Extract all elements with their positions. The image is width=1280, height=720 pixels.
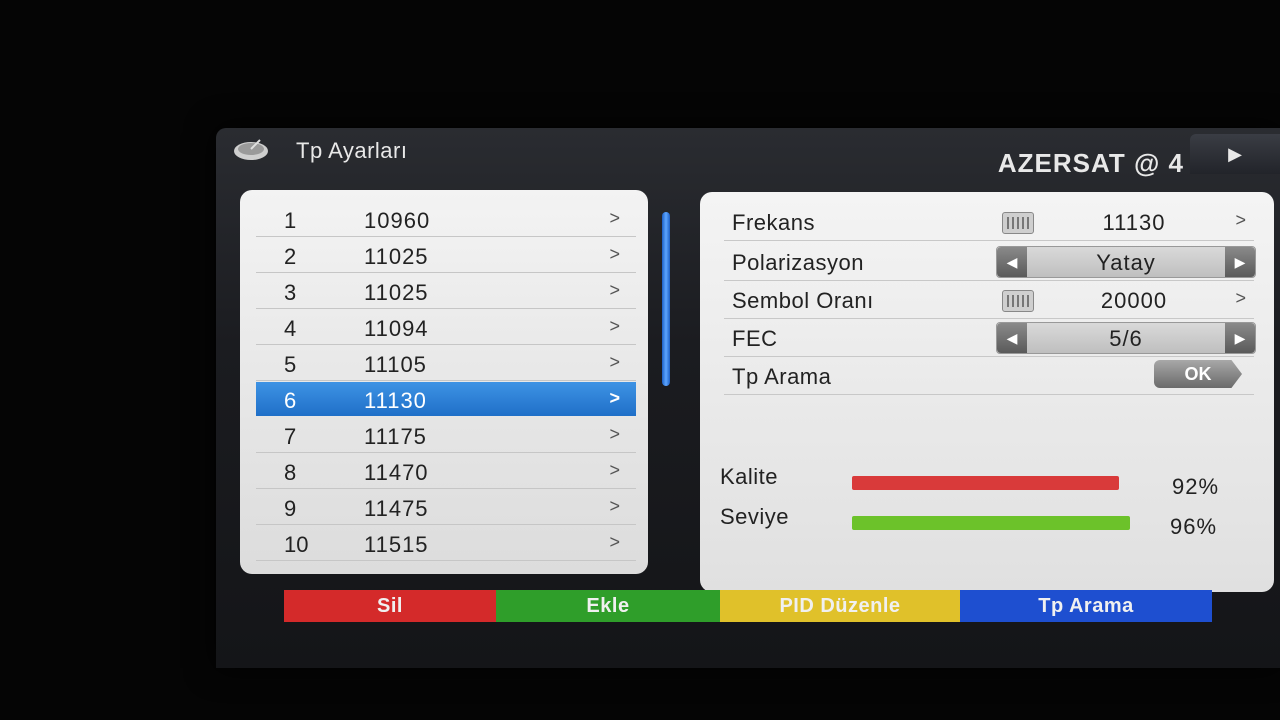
list-item-number: 2 — [284, 244, 297, 269]
level-bar-fill — [852, 516, 1131, 530]
symbol-rate-row[interactable]: Sembol Oranı 20000 > — [724, 282, 1254, 319]
list-item-number: 3 — [284, 280, 297, 305]
list-item[interactable]: 6 11130 > — [256, 382, 636, 416]
chevron-right-icon: > — [609, 460, 620, 480]
title-bar: Tp Ayarları AZERSAT @ 4 ▶ — [216, 128, 1280, 184]
keyboard-icon — [1002, 290, 1034, 312]
level-label: Seviye — [720, 504, 790, 529]
polarization-label: Polarizasyon — [732, 250, 864, 275]
keyboard-icon — [1002, 212, 1034, 234]
chevron-right-icon: > — [1235, 288, 1246, 308]
chevron-right-icon: > — [609, 532, 620, 552]
chevron-right-icon: > — [609, 496, 620, 516]
list-item-number: 7 — [284, 424, 297, 449]
tp-search-button[interactable]: Tp Arama — [960, 590, 1212, 622]
ok-button[interactable]: OK — [1154, 360, 1242, 388]
polarization-value: Yatay — [1096, 250, 1156, 275]
chevron-right-icon: > — [609, 424, 620, 444]
list-item-number: 9 — [284, 496, 297, 521]
quality-bar-fill — [852, 476, 1119, 490]
satellite-name: AZERSAT @ 4 — [997, 148, 1184, 178]
chevron-right-icon: > — [1235, 210, 1246, 230]
polarization-row: Polarizasyon ◀ Yatay ▶ — [724, 244, 1256, 281]
arrow-right-icon[interactable]: ▶ — [1225, 247, 1255, 277]
polarization-selector[interactable]: ◀ Yatay ▶ — [996, 246, 1256, 278]
fec-selector[interactable]: ◀ 5/6 ▶ — [996, 322, 1256, 354]
tp-settings-screen: Tp Ayarları AZERSAT @ 4 ▶ 1 10960 >2 11025 >… — [216, 128, 1280, 668]
list-item-number: 1 — [284, 208, 297, 233]
list-item-number: 8 — [284, 460, 297, 485]
list-item[interactable]: 8 11470 > — [256, 454, 636, 489]
list-item-frequency: 11130 — [364, 388, 427, 413]
list-item[interactable]: 4 11094 > — [256, 310, 636, 345]
list-item-number: 6 — [284, 388, 297, 413]
fec-row: FEC ◀ 5/6 ▶ — [724, 320, 1256, 357]
chevron-right-icon: > — [609, 208, 620, 228]
list-item-frequency: 10960 — [364, 208, 431, 233]
quality-percent: 92% — [1172, 474, 1220, 499]
list-item[interactable]: 7 11175 > — [256, 418, 636, 453]
list-item-frequency: 11025 — [364, 244, 429, 269]
list-item[interactable]: 5 11105 > — [256, 346, 636, 381]
list-item-frequency: 11470 — [364, 460, 429, 485]
tp-search-label: Tp Arama — [732, 364, 832, 389]
list-item-number: 10 — [284, 532, 309, 557]
transponder-list: 1 10960 >2 11025 >3 11025 >4 11094 >5 11105 >6 1113… — [240, 190, 648, 574]
list-scrollbar[interactable] — [662, 212, 670, 386]
list-item-frequency: 11105 — [364, 352, 427, 377]
frequency-row[interactable]: Frekans 11130 > — [724, 204, 1254, 241]
list-item-number: 4 — [284, 316, 297, 341]
arrow-right-icon[interactable]: ▶ — [1225, 323, 1255, 353]
list-item-number: 5 — [284, 352, 297, 377]
list-item-frequency: 11475 — [364, 496, 429, 521]
quality-label: Kalite — [720, 464, 779, 489]
fec-value: 5/6 — [1109, 326, 1143, 351]
pid-edit-button[interactable]: PID Düzenle — [720, 590, 960, 622]
arrow-left-icon[interactable]: ◀ — [997, 323, 1027, 353]
list-item[interactable]: 3 11025 > — [256, 274, 636, 309]
frequency-value[interactable]: 11130 — [1054, 210, 1214, 236]
page-title: Tp Ayarları — [296, 138, 408, 163]
play-arrow-icon[interactable]: ▶ — [1190, 134, 1280, 174]
color-key-bar: Sil Ekle PID Düzenle Tp Arama — [284, 590, 1212, 630]
chevron-right-icon: > — [609, 280, 620, 300]
chevron-right-icon: > — [609, 388, 620, 408]
arrow-left-icon[interactable]: ◀ — [997, 247, 1027, 277]
satellite-dish-icon — [234, 139, 268, 160]
chevron-right-icon: > — [609, 352, 620, 372]
level-meter — [852, 516, 1142, 530]
symbol-rate-label: Sembol Oranı — [732, 288, 874, 313]
list-item[interactable]: 2 11025 > — [256, 238, 636, 273]
list-item[interactable]: 10 11515 > — [256, 526, 636, 561]
list-item-frequency: 11175 — [364, 424, 427, 449]
list-item-frequency: 11094 — [364, 316, 429, 341]
chevron-right-icon: > — [609, 316, 620, 336]
transponder-details: Frekans 11130 > Polarizasyon ◀ Yatay ▶ S… — [700, 192, 1274, 592]
fec-label: FEC — [732, 326, 778, 351]
level-percent: 96% — [1170, 514, 1218, 539]
list-item[interactable]: 9 11475 > — [256, 490, 636, 525]
chevron-right-icon: > — [609, 244, 620, 264]
list-item-frequency: 11025 — [364, 280, 429, 305]
add-button[interactable]: Ekle — [496, 590, 720, 622]
delete-button[interactable]: Sil — [284, 590, 496, 622]
quality-meter — [852, 476, 1142, 490]
tp-search-row: Tp Arama OK — [724, 358, 1254, 395]
frequency-label: Frekans — [732, 210, 815, 235]
list-item[interactable]: 1 10960 > — [256, 202, 636, 237]
symbol-rate-value[interactable]: 20000 — [1054, 288, 1214, 314]
list-item-frequency: 11515 — [364, 532, 429, 557]
